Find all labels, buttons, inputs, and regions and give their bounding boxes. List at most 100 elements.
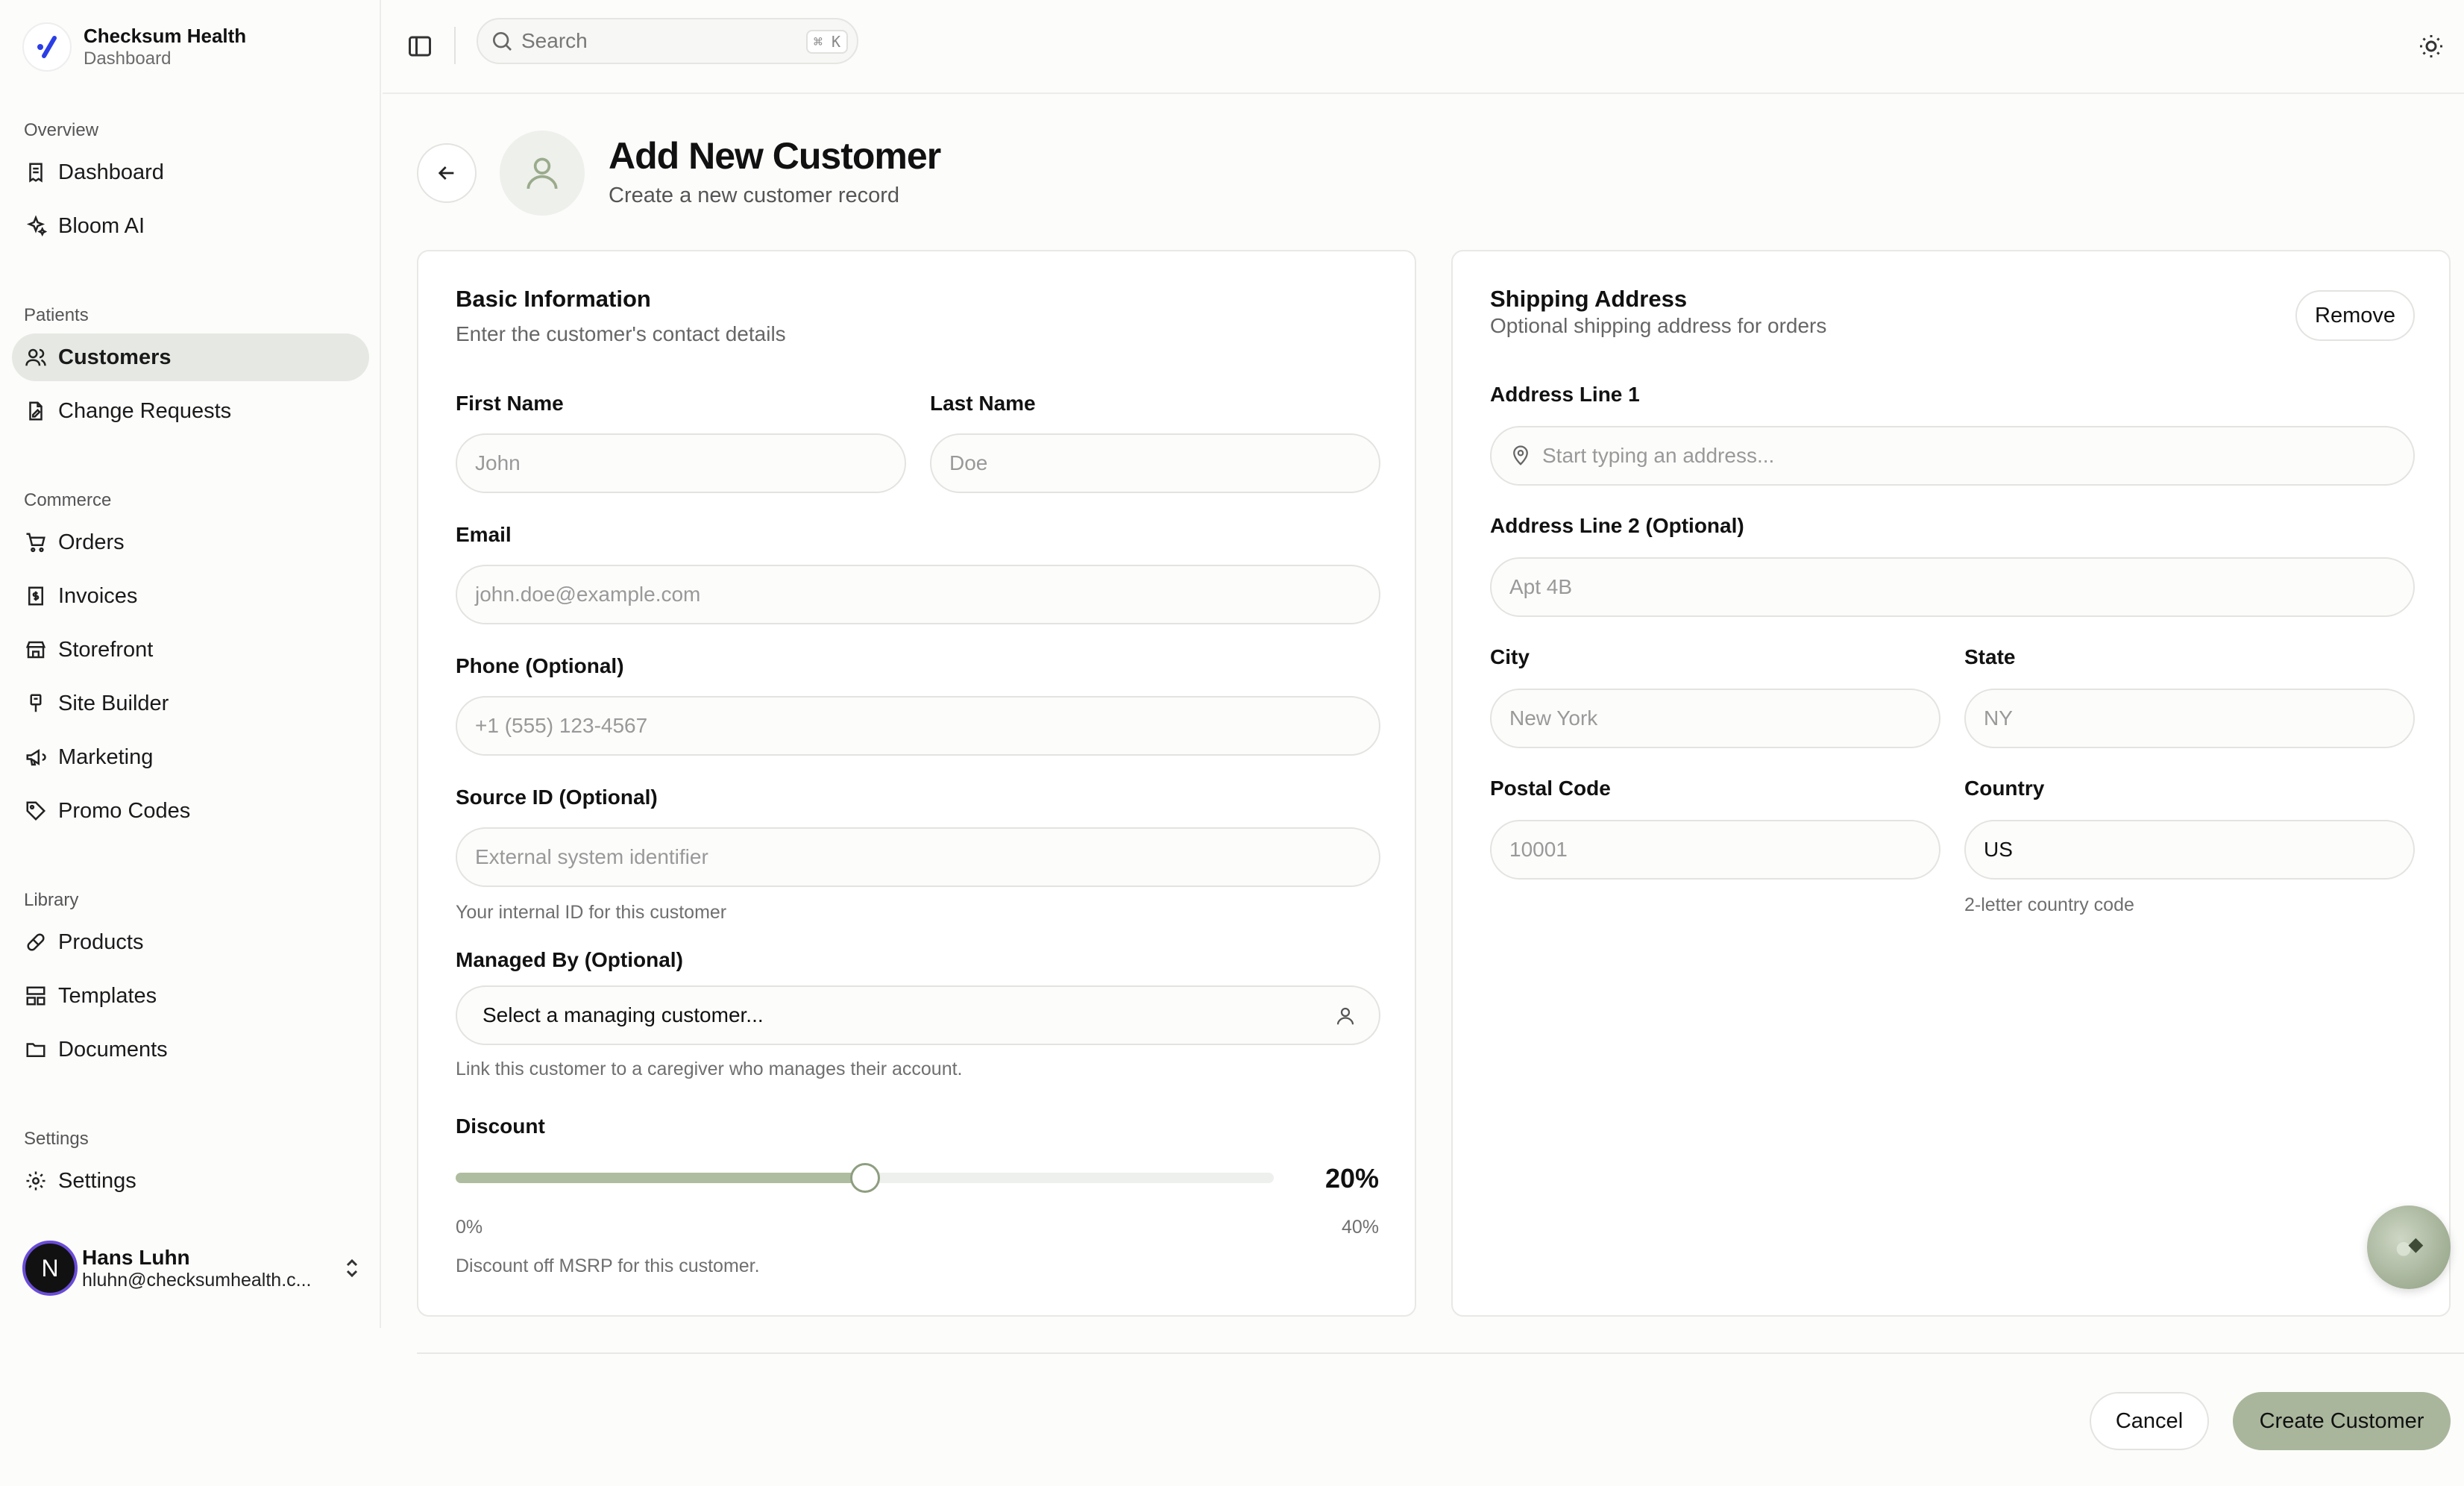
customer-avatar-icon <box>500 131 585 216</box>
sidebar-item-site-builder[interactable]: Site Builder <box>12 680 369 727</box>
sidebar-item-change-requests[interactable]: Change Requests <box>12 387 369 435</box>
discount-label: Discount <box>456 1114 545 1138</box>
sidebar-item-storefront[interactable]: Storefront <box>12 626 369 674</box>
brand-logo-icon <box>22 22 72 72</box>
sidebar-item-documents[interactable]: Documents <box>12 1026 369 1073</box>
basic-info-card: Basic Information Enter the customer's c… <box>417 250 1416 1317</box>
user-name: Hans Luhn <box>82 1245 190 1269</box>
cart-icon <box>24 530 48 554</box>
sidebar-item-label: Bloom AI <box>58 213 145 238</box>
phone-field[interactable]: +1 (555) 123-4567 <box>456 696 1380 756</box>
sidebar: Checksum Health Dashboard Overview Dashb… <box>0 0 381 1328</box>
sidebar-item-products[interactable]: Products <box>12 918 369 966</box>
brand-subtitle: Dashboard <box>84 48 172 69</box>
sidebar-item-promo-codes[interactable]: Promo Codes <box>12 787 369 835</box>
map-pin-icon <box>1509 445 1532 467</box>
managed-by-select[interactable]: Select a managing customer... <box>456 985 1380 1045</box>
sidebar-toggle-icon[interactable] <box>406 33 433 60</box>
arrow-left-icon <box>438 166 454 180</box>
city-field[interactable]: New York <box>1490 689 1940 748</box>
tag-icon <box>24 799 48 823</box>
brand[interactable]: Checksum Health Dashboard <box>22 22 246 72</box>
sidebar-item-label: Settings <box>58 1168 136 1193</box>
address-line-1-placeholder: Start typing an address... <box>1542 444 1775 467</box>
discount-slider[interactable] <box>456 1163 1274 1193</box>
country-hint: 2-letter country code <box>1964 894 2134 915</box>
back-button[interactable] <box>417 143 477 203</box>
source-id-field[interactable]: External system identifier <box>456 827 1380 887</box>
topbar: Search ⌘ K <box>383 0 2464 94</box>
sidebar-item-bloom-ai[interactable]: Bloom AI <box>12 202 369 250</box>
managed-by-hint: Link this customer to a caregiver who ma… <box>456 1059 963 1079</box>
nav-group-commerce: Commerce Orders Invoices Storefront Site… <box>0 486 381 841</box>
layout-icon <box>24 984 48 1008</box>
sparkles-icon <box>24 214 48 238</box>
cancel-button[interactable]: Cancel <box>2090 1392 2209 1450</box>
nav-group-title: Settings <box>24 1129 89 1149</box>
source-id-hint: Your internal ID for this customer <box>456 902 727 923</box>
postal-code-field[interactable]: 10001 <box>1490 820 1940 880</box>
sidebar-item-label: Marketing <box>58 744 154 769</box>
gear-icon <box>24 1169 48 1193</box>
sidebar-item-label: Documents <box>58 1037 168 1062</box>
user-email: hluhn@checksumhealth.c... <box>82 1269 312 1291</box>
search-shortcut: ⌘ K <box>805 30 848 54</box>
sidebar-item-label: Customers <box>58 345 172 369</box>
nav-group-library: Library Products Templates Documents <box>0 885 381 1079</box>
file-edit-icon <box>24 399 48 423</box>
sidebar-item-label: Dashboard <box>58 160 164 184</box>
sparkle-orb-icon <box>2396 1238 2424 1256</box>
sun-icon[interactable] <box>2418 33 2445 60</box>
nav-group-title: Patients <box>24 305 89 325</box>
divider <box>454 27 456 64</box>
address-line-1-field[interactable]: Start typing an address... <box>1490 426 2415 486</box>
card-description: Optional shipping address for orders <box>1490 314 1827 337</box>
sidebar-item-marketing[interactable]: Marketing <box>12 733 369 781</box>
sidebar-item-invoices[interactable]: Invoices <box>12 572 369 620</box>
managed-by-label: Managed By (Optional) <box>456 948 683 971</box>
managed-by-value: Select a managing customer... <box>483 1003 764 1026</box>
sidebar-item-label: Storefront <box>58 637 154 662</box>
last-name-field[interactable]: Doe <box>930 433 1380 493</box>
remove-button[interactable]: Remove <box>2295 290 2415 341</box>
discount-hint: Discount off MSRP for this customer. <box>456 1255 760 1276</box>
discount-min-label: 0% <box>456 1217 483 1238</box>
email-label: Email <box>456 523 512 546</box>
card-title: Shipping Address <box>1490 286 1688 312</box>
assistant-fab[interactable] <box>2367 1206 2451 1289</box>
sidebar-item-label: Templates <box>58 983 157 1008</box>
megaphone-icon <box>24 745 48 769</box>
country-field[interactable]: US <box>1964 820 2415 880</box>
first-name-field[interactable]: John <box>456 433 906 493</box>
sidebar-item-settings[interactable]: Settings <box>12 1157 369 1205</box>
sidebar-item-templates[interactable]: Templates <box>12 972 369 1020</box>
nav-group-overview: Overview Dashboard Bloom AI <box>0 116 381 256</box>
folder-icon <box>24 1038 48 1062</box>
store-icon <box>24 638 48 662</box>
discount-value: 20% <box>1324 1163 1379 1194</box>
page-subtitle: Create a new customer record <box>609 184 900 207</box>
search-icon <box>490 29 514 53</box>
avatar: N <box>22 1241 78 1296</box>
sidebar-item-dashboard[interactable]: Dashboard <box>12 148 369 196</box>
source-id-label: Source ID (Optional) <box>456 786 658 809</box>
email-field[interactable]: john.doe@example.com <box>456 565 1380 624</box>
nav-group-title: Library <box>24 890 79 910</box>
shipping-address-card: Shipping Address Optional shipping addre… <box>1451 250 2451 1317</box>
pill-icon <box>24 930 48 954</box>
address-line-2-field[interactable]: Apt 4B <box>1490 557 2415 617</box>
sidebar-item-customers[interactable]: Customers <box>12 333 369 381</box>
sidebar-item-label: Change Requests <box>58 398 232 423</box>
nav-group-patients: Patients Customers Change Requests <box>0 301 381 441</box>
brush-icon <box>24 692 48 715</box>
create-customer-button[interactable]: Create Customer <box>2233 1392 2451 1450</box>
brand-name: Checksum Health <box>84 25 247 47</box>
sidebar-item-orders[interactable]: Orders <box>12 518 369 566</box>
user-menu[interactable]: N Hans Luhn hluhn@checksumhealth.c... <box>22 1238 365 1298</box>
discount-slider-thumb[interactable] <box>849 1163 880 1193</box>
first-name-label: First Name <box>456 392 564 415</box>
nav-group-settings: Settings Settings <box>0 1124 381 1211</box>
state-field[interactable]: NY <box>1964 689 2415 748</box>
search-input[interactable]: Search ⌘ K <box>477 18 858 64</box>
last-name-label: Last Name <box>930 392 1036 415</box>
